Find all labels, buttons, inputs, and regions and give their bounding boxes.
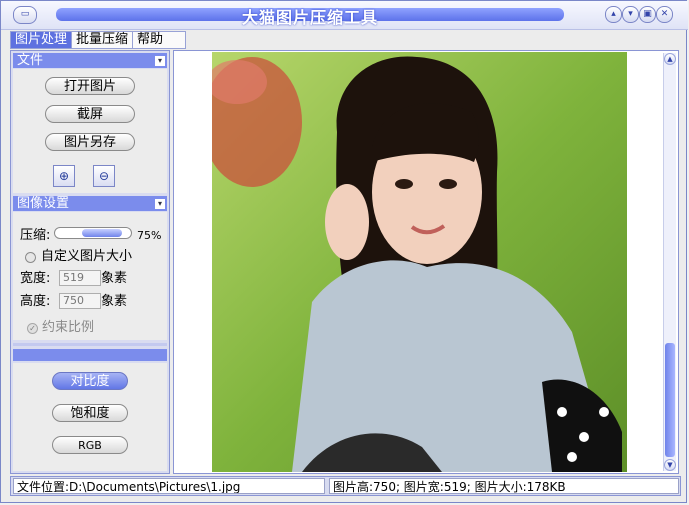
main-window: ▭ 大猫图片压缩工具 ▴ ▾ ▣ ✕ 图片处理 批量压缩 帮助 文件 ▾ 打开图… <box>0 0 688 503</box>
custom-size-label: 自定义图片大小 <box>41 249 133 264</box>
compress-value: 75% <box>137 229 162 242</box>
menu-help[interactable]: 帮助 <box>133 31 187 49</box>
height-unit: 象素 <box>101 294 128 309</box>
file-section-body: 打开图片 截屏 图片另存 ⊕ ⊖ <box>13 69 167 193</box>
photo-preview <box>212 52 627 472</box>
status-image-info: 图片高:750; 图片宽:519; 图片大小:178KB <box>329 478 679 494</box>
contrast-button[interactable]: 对比度 <box>52 372 128 390</box>
rgb-button[interactable]: RGB <box>52 436 128 454</box>
image-settings-title: 图像设置 <box>17 196 70 211</box>
scroll-down-icon[interactable]: ▼ <box>664 459 676 471</box>
menu-bar: 图片处理 批量压缩 帮助 <box>10 31 187 49</box>
scroll-up-icon[interactable]: ▲ <box>664 53 676 65</box>
menu-image-process[interactable]: 图片处理 <box>10 31 73 49</box>
zoom-in-icon[interactable]: ⊕ <box>53 165 75 187</box>
height-input[interactable]: 750 <box>59 293 101 309</box>
minimize-icon[interactable]: ▴ <box>605 6 622 23</box>
zoom-out-icon[interactable]: ⊖ <box>93 165 115 187</box>
chevron-down-icon[interactable]: ▾ <box>622 6 639 23</box>
adjust-section-body: 对比度 饱和度 RGB <box>13 363 167 471</box>
title-bar: ▭ 大猫图片压缩工具 ▴ ▾ ▣ ✕ <box>1 1 688 30</box>
scroll-thumb[interactable] <box>665 343 675 457</box>
vertical-scrollbar[interactable]: ▲ ▼ <box>663 53 676 471</box>
section-divider <box>13 343 167 346</box>
compress-slider-thumb[interactable] <box>82 229 122 237</box>
keep-ratio-checkbox[interactable]: ✓ <box>27 323 38 334</box>
open-image-button[interactable]: 打开图片 <box>45 77 135 95</box>
collapse-icon[interactable]: ▾ <box>154 55 166 67</box>
menu-batch-compress[interactable]: 批量压缩 <box>72 31 134 49</box>
save-as-button[interactable]: 图片另存 <box>45 133 135 151</box>
file-section-header[interactable]: 文件 ▾ <box>13 53 167 68</box>
screenshot-button[interactable]: 截屏 <box>45 105 135 123</box>
keep-ratio-label: 约束比例 <box>42 320 95 335</box>
file-section-title: 文件 <box>17 53 44 68</box>
restore-icon[interactable]: ▣ <box>639 6 656 23</box>
status-bar: 文件位置:D:\Documents\Pictures\1.jpg 图片高:750… <box>10 476 681 496</box>
image-settings-header[interactable]: 图像设置 ▾ <box>13 196 167 211</box>
custom-size-radio[interactable] <box>25 252 36 263</box>
height-label: 高度: <box>20 294 51 309</box>
adjust-section-header[interactable] <box>13 349 167 361</box>
width-unit: 象素 <box>101 271 128 286</box>
compress-slider[interactable] <box>54 227 132 239</box>
width-input[interactable]: 519 <box>59 270 101 286</box>
close-icon[interactable]: ✕ <box>656 6 673 23</box>
saturation-button[interactable]: 饱和度 <box>52 404 128 422</box>
window-title: 大猫图片压缩工具 <box>241 8 378 27</box>
collapse-icon[interactable]: ▾ <box>154 198 166 210</box>
image-view: ▲ ▼ <box>173 50 679 474</box>
status-file-path: 文件位置:D:\Documents\Pictures\1.jpg <box>13 478 325 494</box>
left-panel: 文件 ▾ 打开图片 截屏 图片另存 ⊕ ⊖ 图像设置 ▾ 压缩: 75% 自定义… <box>10 50 170 474</box>
width-label: 宽度: <box>20 271 51 286</box>
photo-image <box>212 52 627 472</box>
system-menu-icon[interactable]: ▭ <box>13 6 37 24</box>
compress-label: 压缩: <box>20 228 51 243</box>
